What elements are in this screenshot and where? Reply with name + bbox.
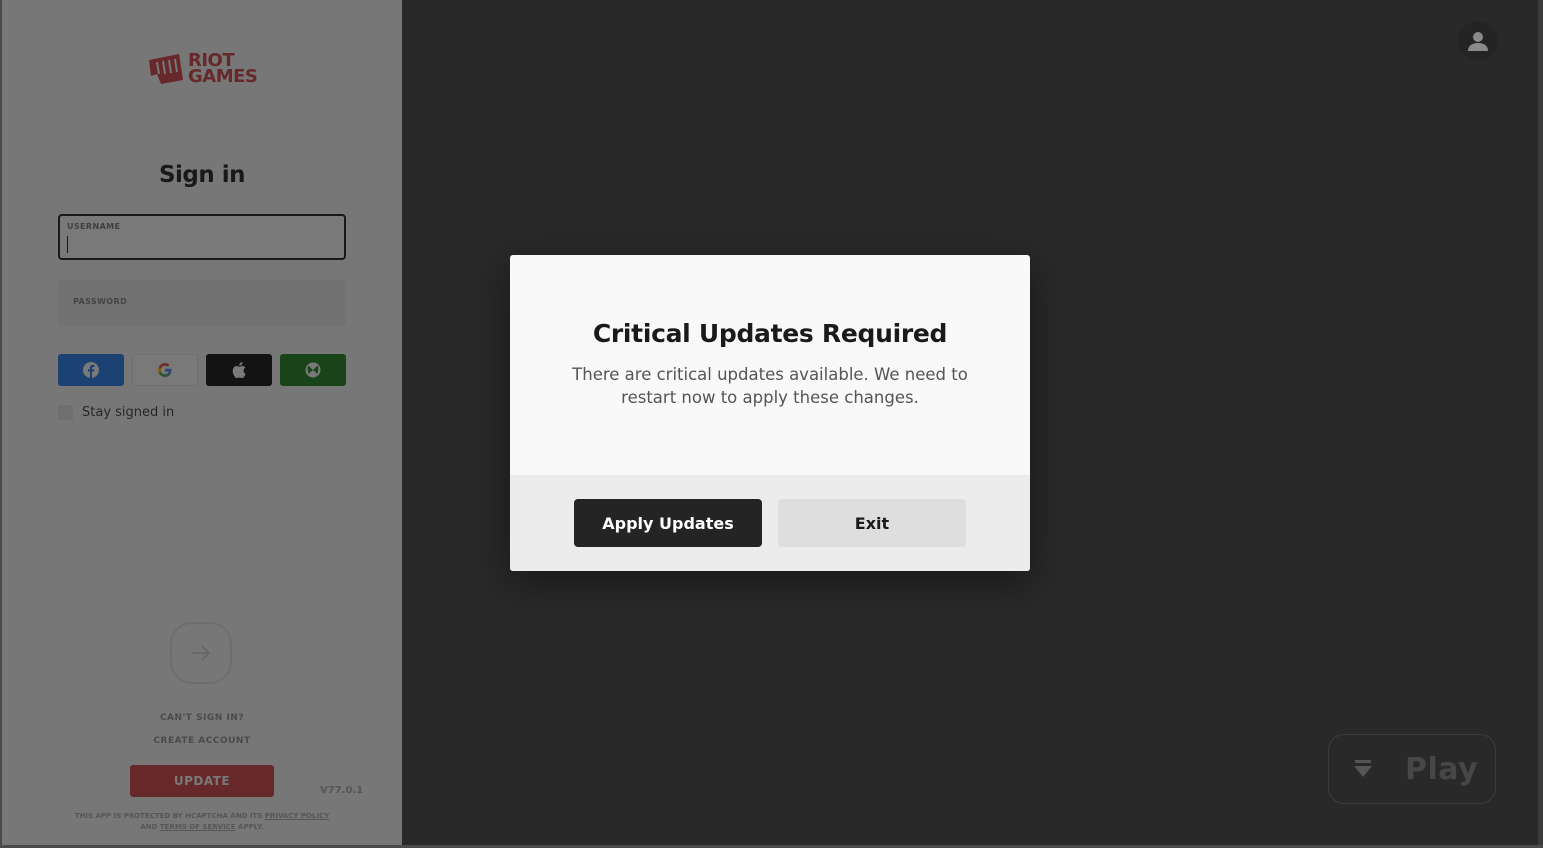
- password-label: PASSWORD: [73, 297, 128, 306]
- legal-notice: THIS APP IS PROTECTED BY HCAPTCHA AND IT…: [42, 811, 362, 833]
- profile-button[interactable]: [1458, 21, 1498, 61]
- terms-of-service-link[interactable]: TERMS OF SERVICE: [160, 823, 236, 831]
- dialog-message: There are critical updates available. We…: [572, 365, 968, 407]
- cant-sign-in-link[interactable]: CAN'T SIGN IN?: [2, 713, 402, 723]
- stay-signed-in-label: Stay signed in: [82, 405, 175, 420]
- text-caret: [67, 236, 68, 253]
- critical-updates-dialog: Critical Updates Required There are crit…: [510, 255, 1030, 571]
- username-label: USERNAME: [67, 222, 121, 231]
- privacy-policy-link[interactable]: PRIVACY POLICY: [265, 812, 329, 820]
- signin-submit-button[interactable]: [170, 622, 232, 684]
- arrow-right-icon: [192, 645, 211, 661]
- apply-updates-button[interactable]: Apply Updates: [574, 499, 762, 547]
- update-button[interactable]: UPDATE: [130, 765, 274, 797]
- signin-title: Sign in: [158, 162, 246, 188]
- facebook-signin-button[interactable]: [58, 354, 124, 386]
- dialog-title: Critical Updates Required: [592, 319, 948, 348]
- apple-icon: [232, 362, 246, 379]
- play-button[interactable]: Play: [1328, 734, 1496, 804]
- username-field[interactable]: USERNAME: [58, 214, 346, 260]
- window-left-border: [0, 0, 2, 848]
- password-field[interactable]: PASSWORD: [58, 280, 346, 326]
- signin-panel: RIOT GAMES Sign in USERNAME PASSWORD Sta…: [2, 0, 402, 845]
- legal-prefix: THIS APP IS PROTECTED BY HCAPTCHA AND IT…: [74, 812, 263, 820]
- riot-fist-icon: [149, 54, 183, 84]
- facebook-icon: [83, 362, 99, 378]
- stay-signed-in[interactable]: Stay signed in: [58, 405, 174, 420]
- user-icon: [1468, 32, 1488, 51]
- play-label: Play: [1405, 751, 1479, 787]
- legal-suffix: APPLY.: [238, 823, 264, 831]
- play-icon-wrap: [1343, 749, 1383, 789]
- apple-signin-button[interactable]: [206, 354, 272, 386]
- riot-games-logo: RIOT GAMES: [147, 52, 258, 87]
- google-signin-button[interactable]: [132, 354, 198, 386]
- xbox-signin-button[interactable]: [280, 354, 346, 386]
- download-arrow-icon: [1354, 760, 1372, 777]
- google-icon: [158, 363, 172, 377]
- window-right-border: [1538, 0, 1543, 848]
- legal-and: AND: [140, 823, 158, 831]
- stay-signed-in-checkbox[interactable]: [58, 405, 73, 420]
- xbox-icon: [305, 362, 321, 378]
- version-label: V77.0.1: [320, 785, 364, 796]
- logo-line-2: GAMES: [188, 66, 258, 87]
- dialog-footer: Apply Updates Exit: [510, 475, 1030, 571]
- create-account-link[interactable]: CREATE ACCOUNT: [2, 736, 402, 746]
- exit-button[interactable]: Exit: [778, 499, 966, 547]
